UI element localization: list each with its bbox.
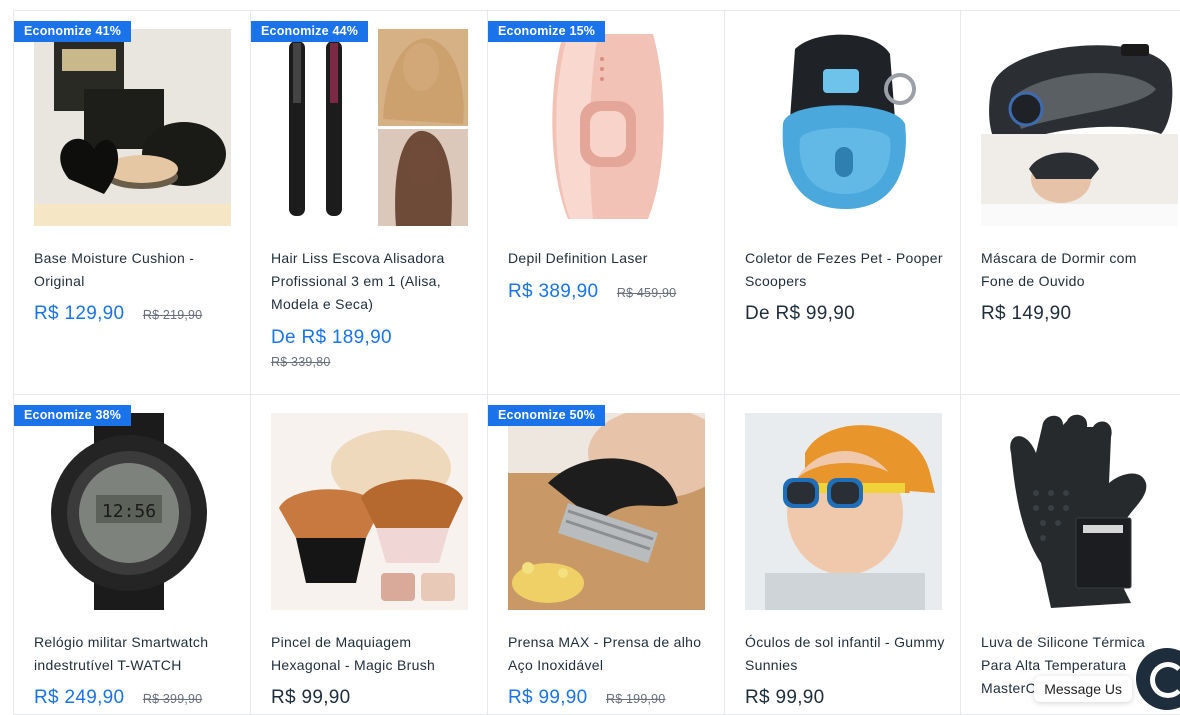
product-card-gummy-sunnies[interactable]: Óculos de sol infantil - Gummy Sunnies R… [725,395,961,715]
price-block: R$ 99,90 R$ 199,90 [508,687,716,709]
price-block: R$ 129,90 R$ 219,90 [34,303,242,325]
product-title[interactable]: Hair Liss Escova Alisadora Profissional … [271,247,473,316]
product-image[interactable] [271,29,468,226]
price: De R$ 99,90 [745,303,855,324]
compare-price: R$ 459,90 [616,286,677,300]
message-us-tooltip[interactable]: Message Us [1034,676,1132,702]
price: R$ 149,90 [981,303,1072,324]
product-card-base-cushion[interactable]: Economize 41% Base Moisture Cushion - Or… [14,11,251,395]
product-card-hair-liss[interactable]: Economize 44% Hair Liss Escova Alisadora… [251,11,488,395]
product-image[interactable] [981,29,1178,226]
product-image[interactable] [508,413,705,610]
product-title[interactable]: Máscara de Dormir com Fone de Ouvido [981,247,1167,293]
product-title[interactable]: Prensa MAX - Prensa de alho Aço Inoxidáv… [508,631,710,677]
sale-price: R$ 129,90 [34,303,125,324]
compare-price: R$ 339,80 [271,355,331,369]
product-image[interactable] [34,29,231,226]
price-block: De R$ 99,90 [745,303,952,325]
sale-price: R$ 389,90 [508,281,599,302]
product-card-magic-brush[interactable]: Pincel de Maquiagem Hexagonal - Magic Br… [251,395,488,715]
product-card-sleep-mask[interactable]: Máscara de Dormir com Fone de Ouvido R$ … [961,11,1180,395]
price-block: R$ 389,90 R$ 459,90 [508,281,716,303]
product-image[interactable] [745,29,942,226]
compare-price: R$ 199,90 [605,692,666,706]
sale-price: R$ 99,90 [508,687,588,708]
svg-text:12:56: 12:56 [102,501,156,522]
compare-price: R$ 399,90 [142,692,203,706]
sale-price: R$ 249,90 [34,687,125,708]
discount-badge: Economize 41% [14,21,132,42]
discount-badge: Economize 38% [14,405,132,426]
price: R$ 99,90 [745,687,825,708]
product-card-depil-laser[interactable]: Economize 15% Depil Definition Laser R$ … [488,11,725,395]
product-title[interactable]: Depil Definition Laser [508,247,710,270]
product-card-t-watch[interactable]: Economize 38% 12:56 Relógio militar Smar… [14,395,251,715]
price: R$ 99,90 [271,687,351,708]
price-block: R$ 249,90 R$ 399,90 [34,687,242,709]
product-card-pooper-scooper[interactable]: Coletor de Fezes Pet - Pooper Scoopers D… [725,11,961,395]
product-title[interactable]: Relógio militar Smartwatch indestrutível… [34,631,236,677]
discount-badge: Economize 44% [251,21,369,42]
product-title[interactable]: Pincel de Maquiagem Hexagonal - Magic Br… [271,631,473,677]
compare-price: R$ 219,90 [142,308,203,322]
sale-price: De R$ 189,90 [271,327,392,348]
product-title[interactable]: Base Moisture Cushion - Original [34,247,236,293]
product-card-prensa-max[interactable]: Economize 50% Prensa MAX - Prensa de alh… [488,395,725,715]
price-block: R$ 99,90 [271,687,479,709]
product-title[interactable]: Coletor de Fezes Pet - Pooper Scoopers [745,247,946,293]
discount-badge: Economize 50% [488,405,606,426]
product-image[interactable] [508,29,705,226]
product-grid: Economize 41% Base Moisture Cushion - Or… [13,10,1180,715]
product-image[interactable] [271,413,468,610]
product-image[interactable] [745,413,942,610]
price-block: R$ 149,90 [981,303,1173,325]
price-block: R$ 99,90 [745,687,952,709]
product-image[interactable]: 12:56 [34,413,231,610]
product-title[interactable]: Óculos de sol infantil - Gummy Sunnies [745,631,946,677]
price-block: De R$ 189,90 R$ 339,80 [271,327,479,369]
product-image[interactable] [981,413,1178,610]
discount-badge: Economize 15% [488,21,606,42]
